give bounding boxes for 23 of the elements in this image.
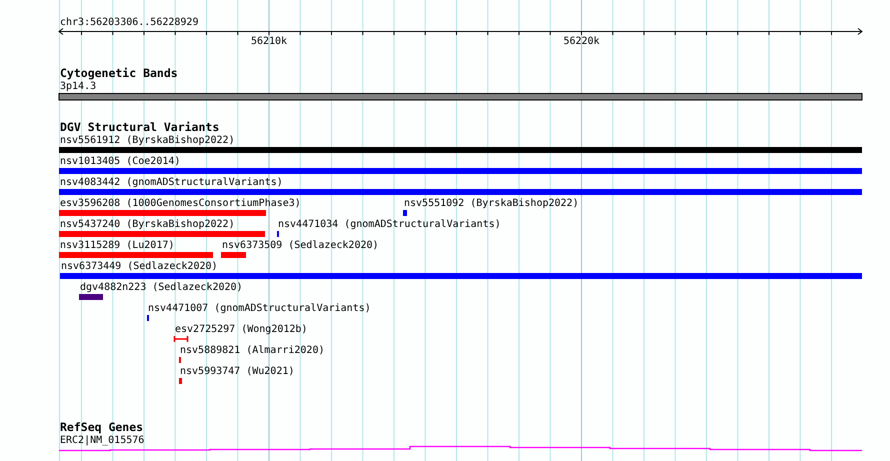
band-label: 3p14.3 [60, 81, 96, 92]
tick-label: 56210k [250, 36, 288, 47]
variant-label: dgv4882n223 (Sedlazeck2020) [80, 282, 243, 293]
track-title: Cytogenetic Bands [60, 66, 178, 80]
variant-label: nsv3115289 (Lu2017) [60, 240, 174, 251]
variant-label: esv2725297 (Wong2012b) [175, 324, 308, 335]
variant-label: nsv5889821 (Almarri2020) [180, 345, 324, 356]
variant-label: nsv4471007 (gnomADStructuralVariants) [148, 303, 371, 314]
variant-label: esv3596208 (1000GenomesConsortiumPhase3) [60, 198, 301, 209]
variant-label: nsv5993747 (Wu2021) [180, 366, 294, 377]
variant-label: nsv5437240 (ByrskaBishop2022) [60, 219, 235, 230]
variant-label: nsv4471034 (gnomADStructuralVariants) [278, 219, 501, 230]
variant-label: nsv4083442 (gnomADStructuralVariants) [60, 177, 283, 188]
variant-label: nsv1013405 (Coe2014) [60, 156, 180, 167]
tick-label: 56220k [563, 36, 600, 47]
location-label: chr3:56203306..56228929 [60, 17, 198, 28]
track-title: RefSeq Genes [60, 420, 144, 434]
variant-label: nsv6373509 (Sedlazeck2020) [222, 240, 379, 251]
track-title: DGV Structural Variants [60, 120, 220, 134]
variant-label: nsv5551092 (ByrskaBishop2022) [404, 198, 579, 209]
variant-label: nsv6373449 (Sedlazeck2020) [61, 261, 218, 272]
gene-label: ERC2|NM_015576 [60, 435, 144, 446]
variant-label: nsv5561912 (ByrskaBishop2022) [60, 135, 235, 146]
